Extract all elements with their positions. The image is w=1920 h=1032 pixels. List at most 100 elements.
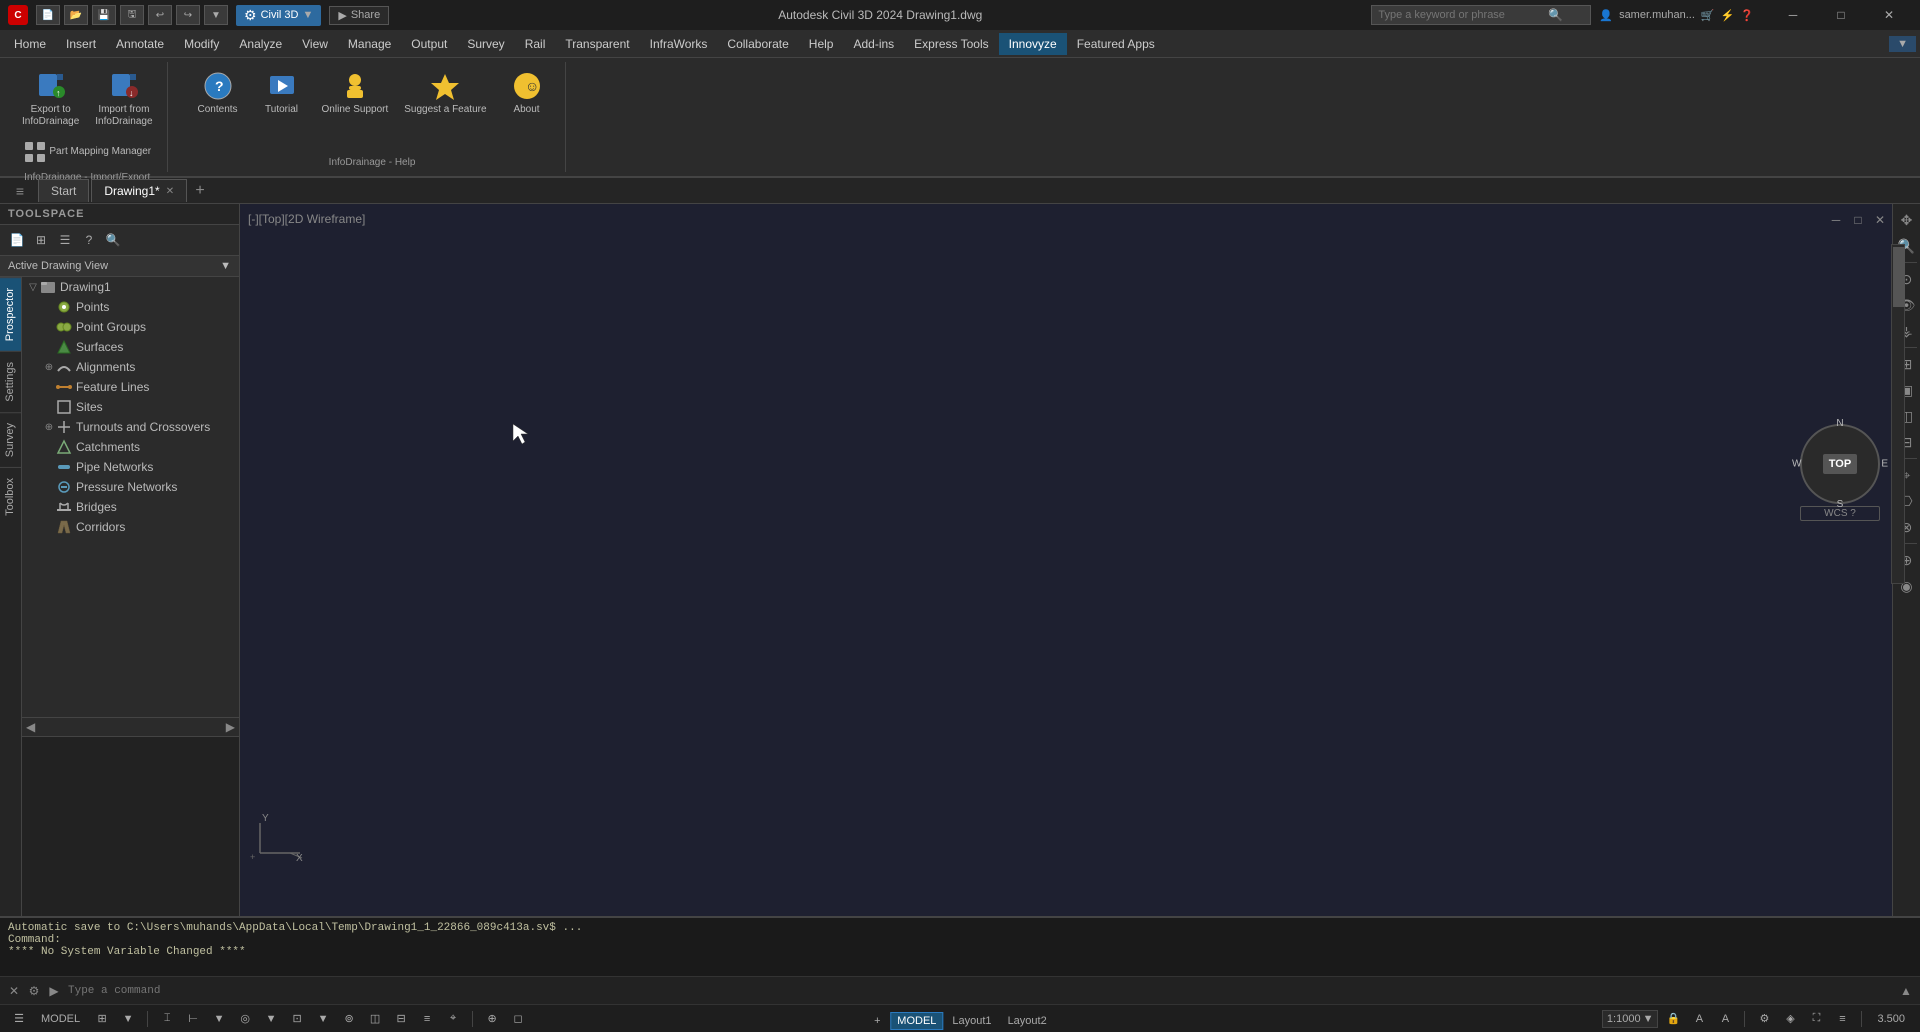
- ribbon-options[interactable]: ▼: [1889, 36, 1916, 52]
- sb-menu-btn[interactable]: ☰: [8, 1008, 30, 1030]
- sb-isolate-btn[interactable]: ◈: [1779, 1008, 1801, 1030]
- vp-minimize-btn[interactable]: ─: [1826, 210, 1846, 230]
- hamburger-menu[interactable]: ≡: [8, 179, 32, 203]
- search-box[interactable]: 🔍: [1371, 5, 1591, 25]
- tree-item-pressurenetworks[interactable]: Pressure Networks: [22, 477, 239, 497]
- vp-maximize-btn[interactable]: □: [1848, 210, 1868, 230]
- tree-item-featurelines[interactable]: Feature Lines: [22, 377, 239, 397]
- sb-annotscale-btn[interactable]: A: [1688, 1008, 1710, 1030]
- menu-transparent[interactable]: Transparent: [555, 33, 639, 55]
- sb-qp-btn[interactable]: ⊕: [481, 1008, 503, 1030]
- tree-item-points[interactable]: Points: [22, 297, 239, 317]
- cmd-settings-btn[interactable]: ⚙: [24, 981, 44, 1001]
- sb-sel-btn[interactable]: ◻: [507, 1008, 529, 1030]
- vert-scrollbar[interactable]: [1891, 244, 1905, 584]
- tree-alignments-expand[interactable]: ⊕: [42, 360, 56, 374]
- part-mapping-btn[interactable]: Part Mapping Manager: [17, 136, 157, 168]
- command-input[interactable]: [64, 985, 1896, 997]
- share-button[interactable]: ▶ Share: [329, 6, 389, 25]
- menu-insert[interactable]: Insert: [56, 33, 106, 55]
- menu-manage[interactable]: Manage: [338, 33, 401, 55]
- export-infodrainage-btn[interactable]: ↑ Export toInfoDrainage: [16, 66, 85, 132]
- side-tab-toolbox[interactable]: Toolbox: [0, 467, 21, 526]
- viewport-label[interactable]: [-][Top][2D Wireframe]: [248, 212, 365, 226]
- side-tab-settings[interactable]: Settings: [0, 351, 21, 412]
- app-name-badge[interactable]: ⚙ Civil 3D ▼: [236, 5, 321, 26]
- menu-infraworks[interactable]: InfraWorks: [640, 33, 718, 55]
- sb-model-btn[interactable]: MODEL: [34, 1010, 87, 1028]
- toolspace-new-btn[interactable]: 📄: [6, 229, 28, 251]
- tab-add-btn[interactable]: +: [189, 180, 211, 202]
- tree-item-sites[interactable]: Sites: [22, 397, 239, 417]
- open-btn[interactable]: 📂: [64, 5, 88, 25]
- menu-view[interactable]: View: [292, 33, 338, 55]
- menu-featured-apps[interactable]: Featured Apps: [1067, 33, 1165, 55]
- tree-item-catchments[interactable]: Catchments: [22, 437, 239, 457]
- compass-ring[interactable]: N S W E TOP: [1800, 424, 1880, 504]
- cmd-expand-btn[interactable]: ▲: [1896, 981, 1916, 1001]
- menu-home[interactable]: Home: [4, 33, 56, 55]
- layout1-tab[interactable]: Layout1: [945, 1012, 998, 1030]
- tree-item-alignments[interactable]: ⊕ Alignments: [22, 357, 239, 377]
- sb-scale-dropdown[interactable]: 1:1000 ▼: [1602, 1010, 1659, 1028]
- menu-annotate[interactable]: Annotate: [106, 33, 174, 55]
- help-icon[interactable]: ❓: [1740, 9, 1754, 22]
- tree-turnouts-expand[interactable]: ⊕: [42, 420, 56, 434]
- import-infodrainage-btn[interactable]: ↓ Import fromInfoDrainage: [89, 66, 158, 132]
- save-as-btn[interactable]: 🖫: [120, 5, 144, 25]
- sb-annotscale2-btn[interactable]: A: [1714, 1008, 1736, 1030]
- menu-innovyze[interactable]: Innovyze: [999, 33, 1067, 55]
- undo-btn[interactable]: ↩: [148, 5, 172, 25]
- sb-custom-btn[interactable]: ≡: [1831, 1008, 1853, 1030]
- tree-item-pipenetworks[interactable]: Pipe Networks: [22, 457, 239, 477]
- sb-otrack-btn[interactable]: ◫: [364, 1008, 386, 1030]
- suggest-feature-btn[interactable]: Suggest a Feature: [398, 66, 492, 120]
- menu-help[interactable]: Help: [799, 33, 844, 55]
- save-btn[interactable]: 💾: [92, 5, 116, 25]
- online-support-btn[interactable]: Online Support: [316, 66, 395, 120]
- sb-polar-btn[interactable]: ◎: [234, 1008, 256, 1030]
- menu-add-ins[interactable]: Add-ins: [843, 33, 904, 55]
- cmd-close-btn[interactable]: ✕: [4, 981, 24, 1001]
- tree-scroll-left[interactable]: ◀: [26, 720, 35, 734]
- sb-dyn-btn[interactable]: ⊟: [390, 1008, 412, 1030]
- sb-ortho-settings-btn[interactable]: ▼: [208, 1008, 230, 1030]
- sb-grid-settings-btn[interactable]: ▼: [117, 1008, 139, 1030]
- side-tab-survey[interactable]: Survey: [0, 412, 21, 467]
- sb-workspace-btn[interactable]: ⚙: [1753, 1008, 1775, 1030]
- vert-scrollbar-thumb[interactable]: [1893, 247, 1905, 307]
- sb-snap-btn[interactable]: ⌶: [156, 1008, 178, 1030]
- viewport-container[interactable]: [-][Top][2D Wireframe] ─ □ ✕ N S W E TOP…: [240, 204, 1920, 916]
- menu-output[interactable]: Output: [401, 33, 457, 55]
- more-btn[interactable]: ▼: [204, 5, 228, 25]
- sb-grid-icon-btn[interactable]: ⊞: [91, 1008, 113, 1030]
- maximize-btn[interactable]: □: [1818, 0, 1864, 30]
- sb-3dosnap-btn[interactable]: ⊚: [338, 1008, 360, 1030]
- sb-polar-settings-btn[interactable]: ▼: [260, 1008, 282, 1030]
- toolspace-dropdown[interactable]: Active Drawing View ▼: [0, 256, 239, 277]
- compass-center[interactable]: TOP: [1823, 454, 1857, 474]
- toolspace-help-btn[interactable]: ?: [78, 229, 100, 251]
- menu-survey[interactable]: Survey: [457, 33, 514, 55]
- tree-item-turnouts[interactable]: ⊕ Turnouts and Crossovers: [22, 417, 239, 437]
- toolspace-list-btn[interactable]: ☰: [54, 229, 76, 251]
- tab-drawing1-close[interactable]: ✕: [166, 186, 174, 197]
- minimize-btn[interactable]: ─: [1770, 0, 1816, 30]
- toolspace-grid-btn[interactable]: ⊞: [30, 229, 52, 251]
- cart-icon[interactable]: 🛒: [1701, 9, 1715, 22]
- menu-modify[interactable]: Modify: [174, 33, 229, 55]
- redo-btn[interactable]: ↪: [176, 5, 200, 25]
- rp-pan-btn[interactable]: ✥: [1895, 208, 1919, 232]
- tree-item-corridors[interactable]: Corridors: [22, 517, 239, 537]
- sb-osnap-settings-btn[interactable]: ▼: [312, 1008, 334, 1030]
- search-input[interactable]: [1378, 9, 1548, 21]
- new-file-btn[interactable]: 📄: [36, 5, 60, 25]
- menu-rail[interactable]: Rail: [515, 33, 556, 55]
- tree-item-surfaces[interactable]: Surfaces: [22, 337, 239, 357]
- tutorial-btn[interactable]: Tutorial: [252, 66, 312, 120]
- sb-tp-btn[interactable]: ⌖: [442, 1008, 464, 1030]
- layout-add-btn[interactable]: +: [866, 1010, 888, 1032]
- sb-ortho-btn[interactable]: ⊢: [182, 1008, 204, 1030]
- tree-root[interactable]: ▽ Drawing1: [22, 277, 239, 297]
- sb-osnap-btn[interactable]: ⊡: [286, 1008, 308, 1030]
